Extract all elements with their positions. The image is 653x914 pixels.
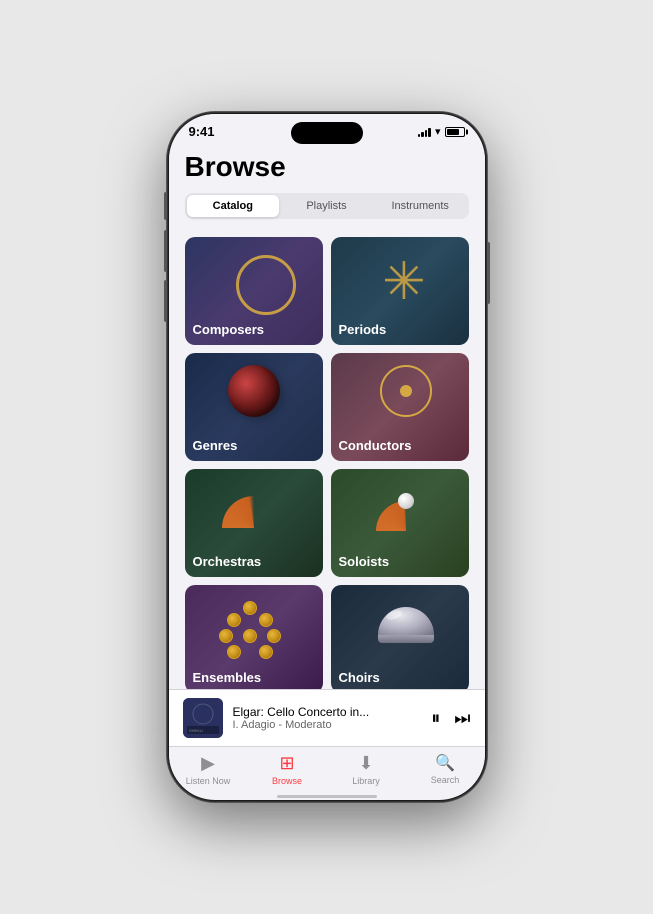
home-indicator	[169, 796, 485, 800]
tab-nav-search[interactable]: 🔍 Search	[406, 753, 485, 786]
dynamic-island	[291, 122, 363, 144]
browse-header: Browse Catalog Playlists Instruments	[169, 143, 485, 229]
status-icons: ▾	[418, 125, 465, 138]
tab-nav-browse[interactable]: ⊞ Browse	[248, 753, 327, 786]
phone-screen: 9:41 ▾ Browse Catalo	[169, 114, 485, 800]
skip-forward-button[interactable]: ⏭	[454, 708, 470, 729]
wifi-icon: ▾	[435, 125, 441, 138]
library-icon: ⬇	[358, 753, 373, 774]
status-time: 9:41	[189, 124, 215, 139]
grid-item-label-choirs: Choirs	[339, 670, 380, 685]
grid-item-choirs[interactable]: Choirs	[331, 585, 469, 689]
grid-item-label-conductors: Conductors	[339, 438, 412, 453]
browse-grid: Composers ✳ Periods Genres	[169, 229, 485, 689]
tab-nav-label-search: Search	[431, 775, 460, 785]
grid-item-label-orchestras: Orchestras	[193, 554, 262, 569]
grid-item-label-composers: Composers	[193, 322, 265, 337]
signal-icon	[418, 127, 431, 137]
svg-text:SHEKU: SHEKU	[189, 728, 203, 733]
grid-item-label-ensembles: Ensembles	[193, 670, 262, 685]
tab-catalog[interactable]: Catalog	[187, 195, 280, 217]
phone-frame: 9:41 ▾ Browse Catalo	[167, 112, 487, 802]
grid-item-label-genres: Genres	[193, 438, 238, 453]
tab-nav-label-listen-now: Listen Now	[186, 776, 231, 786]
mini-player[interactable]: SHEKU Elgar: Cello Concerto in... I. Ada…	[169, 689, 485, 746]
grid-item-genres[interactable]: Genres	[185, 353, 323, 461]
content-area: Browse Catalog Playlists Instruments Com…	[169, 143, 485, 689]
tab-nav-library[interactable]: ⬇ Library	[327, 753, 406, 786]
grid-item-ensembles[interactable]: Ensembles	[185, 585, 323, 689]
grid-item-soloists[interactable]: Soloists	[331, 469, 469, 577]
tab-instruments[interactable]: Instruments	[374, 195, 467, 217]
grid-item-label-soloists: Soloists	[339, 554, 390, 569]
listen-now-icon: ▶	[201, 753, 215, 774]
tab-nav-listen-now[interactable]: ▶ Listen Now	[169, 753, 248, 786]
tab-nav-label-library: Library	[352, 776, 380, 786]
grid-item-composers[interactable]: Composers	[185, 237, 323, 345]
mini-player-title: Elgar: Cello Concerto in...	[233, 705, 422, 719]
mini-player-info: Elgar: Cello Concerto in... I. Adagio - …	[233, 705, 422, 731]
battery-icon	[445, 127, 465, 137]
grid-item-periods[interactable]: ✳ Periods	[331, 237, 469, 345]
tab-playlists[interactable]: Playlists	[280, 195, 373, 217]
grid-item-conductors[interactable]: Conductors	[331, 353, 469, 461]
ensembles-decoration	[219, 601, 289, 671]
tab-nav-label-browse: Browse	[272, 776, 302, 786]
page-title: Browse	[185, 151, 469, 183]
segment-control: Catalog Playlists Instruments	[185, 193, 469, 219]
grid-item-label-periods: Periods	[339, 322, 387, 337]
search-icon: 🔍	[435, 753, 455, 773]
grid-item-orchestras[interactable]: Orchestras	[185, 469, 323, 577]
mini-player-art-inner: SHEKU	[183, 698, 223, 738]
mini-player-controls: ⏸ ⏭	[431, 708, 470, 729]
tab-navigation: ▶ Listen Now ⊞ Browse ⬇ Library 🔍 Search	[169, 746, 485, 796]
mini-player-artwork: SHEKU	[183, 698, 223, 738]
status-bar: 9:41 ▾	[169, 114, 485, 143]
pause-button[interactable]: ⏸	[431, 708, 440, 729]
mini-player-subtitle: I. Adagio - Moderato	[233, 719, 422, 731]
browse-icon: ⊞	[279, 753, 294, 774]
